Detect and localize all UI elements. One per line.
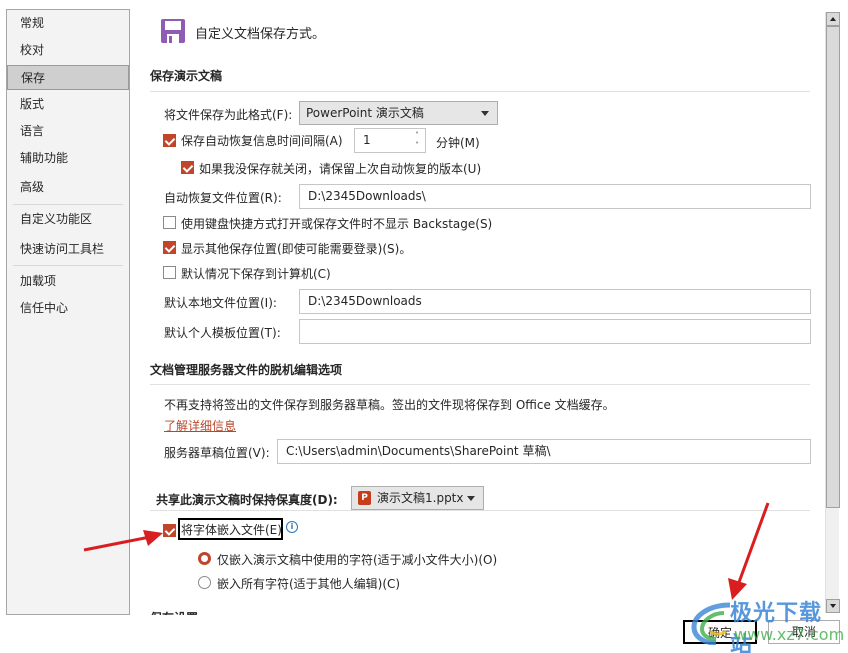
sidebar-item-language[interactable]: 语言 — [7, 119, 129, 144]
default-template-location-label: 默认个人模板位置(T): — [164, 326, 281, 340]
server-drafts-location-label: 服务器草稿位置(V): — [164, 446, 270, 460]
sidebar-item-advanced[interactable]: 高级 — [7, 175, 129, 200]
default-local-location-input[interactable]: D:\2345Downloads — [299, 289, 811, 314]
vertical-scrollbar[interactable] — [825, 12, 840, 613]
cancel-button[interactable]: 取消 — [768, 620, 840, 644]
keep-last-version-label: 如果我没保存就关闭，请保留上次自动恢复的版本(U) — [199, 162, 482, 176]
save-options-panel: 自定义文档保存方式。 保存演示文稿 将文件保存为此格式(F): PowerPoi… — [140, 0, 820, 615]
fidelity-file-dropdown[interactable]: P 演示文稿1.pptx — [351, 486, 484, 510]
embed-used-chars-label: 仅嵌入演示文稿中使用的字符(适于减小文件大小)(O) — [217, 553, 498, 567]
section-title-fidelity: 共享此演示文稿时保持保真度(D): — [156, 493, 338, 507]
autorecover-location-input[interactable]: D:\2345Downloads\ — [299, 184, 811, 209]
embed-fonts-checkbox[interactable] — [163, 524, 176, 537]
floppy-disk-icon — [161, 19, 185, 43]
arrow-up-icon — [830, 17, 836, 21]
sidebar-item-proofing[interactable]: 校对 — [7, 38, 129, 63]
info-icon[interactable]: i — [286, 521, 298, 533]
sidebar-item-typography[interactable]: 版式 — [7, 92, 129, 117]
section-divider — [150, 91, 810, 92]
autorecover-checkbox[interactable] — [163, 134, 176, 147]
save-format-value: PowerPoint 演示文稿 — [306, 106, 424, 120]
save-format-dropdown[interactable]: PowerPoint 演示文稿 — [299, 101, 498, 125]
sidebar-item-general[interactable]: 常规 — [7, 11, 129, 36]
sidebar-item-save[interactable]: 保存 — [7, 65, 129, 90]
scrollbar-thumb[interactable] — [826, 26, 840, 508]
autorecover-minutes-value: 1 — [363, 133, 371, 147]
save-to-computer-checkbox[interactable] — [163, 266, 176, 279]
default-template-location-input[interactable] — [299, 319, 811, 344]
chevron-down-icon — [481, 111, 489, 116]
keep-last-version-checkbox[interactable] — [181, 161, 194, 174]
hide-backstage-label: 使用键盘快捷方式打开或保存文件时不显示 Backstage(S) — [181, 217, 493, 231]
embed-used-chars-radio[interactable] — [198, 552, 211, 565]
autorecover-label: 保存自动恢复信息时间间隔(A) — [181, 134, 343, 148]
scroll-up-button[interactable] — [826, 12, 840, 26]
arrow-down-icon — [830, 604, 836, 608]
show-other-locations-checkbox[interactable] — [163, 241, 176, 254]
sidebar-item-trust-center[interactable]: 信任中心 — [7, 296, 129, 321]
ok-button[interactable]: 确定 — [683, 620, 757, 644]
show-other-locations-label: 显示其他保存位置(即使可能需要登录)(S)。 — [181, 242, 412, 256]
minutes-label: 分钟(M) — [436, 136, 480, 150]
autorecover-location-label: 自动恢复文件位置(R): — [164, 191, 282, 205]
save-format-label: 将文件保存为此格式(F): — [164, 108, 293, 122]
scroll-down-button[interactable] — [826, 599, 840, 613]
powerpoint-file-icon: P — [358, 490, 371, 505]
hide-backstage-checkbox[interactable] — [163, 216, 176, 229]
fidelity-file-value: 演示文稿1.pptx — [377, 491, 464, 505]
section-divider — [150, 384, 810, 385]
section-title-offline-editing: 文档管理服务器文件的脱机编辑选项 — [150, 363, 343, 377]
section-title-save-settings: 保存设置 — [150, 609, 198, 615]
offline-notice-text: 不再支持将签出的文件保存到服务器草稿。签出的文件现将保存到 Office 文档缓… — [164, 398, 615, 412]
embed-fonts-label: 将字体嵌入文件(E) — [181, 523, 282, 537]
spinner-up-icon[interactable]: ˄ — [415, 132, 419, 140]
section-title-save-presentations: 保存演示文稿 — [150, 69, 223, 83]
embed-all-chars-radio[interactable] — [198, 576, 211, 589]
sidebar-item-quick-access-toolbar[interactable]: 快速访问工具栏 — [7, 237, 129, 262]
section-divider — [150, 510, 810, 511]
sidebar-item-customize-ribbon[interactable]: 自定义功能区 — [7, 207, 129, 232]
default-local-location-label: 默认本地文件位置(I): — [164, 296, 277, 310]
chevron-down-icon — [467, 496, 475, 501]
sidebar-item-addins[interactable]: 加载项 — [7, 269, 129, 294]
spinner-down-icon[interactable]: ˅ — [415, 142, 419, 150]
save-to-computer-label: 默认情况下保存到计算机(C) — [181, 267, 331, 281]
options-sidebar: 常规 校对 保存 版式 语言 辅助功能 高级 自定义功能区 快速访问工具栏 加载… — [6, 9, 130, 615]
sidebar-divider — [13, 204, 123, 205]
sidebar-divider — [13, 265, 123, 266]
learn-more-link[interactable]: 了解详细信息 — [164, 417, 236, 434]
autorecover-minutes-spinner[interactable]: 1 ˄ ˅ — [354, 128, 426, 153]
embed-all-chars-label: 嵌入所有字符(适于其他人编辑)(C) — [217, 577, 401, 591]
sidebar-item-accessibility[interactable]: 辅助功能 — [7, 146, 129, 171]
server-drafts-location-input[interactable]: C:\Users\admin\Documents\SharePoint 草稿\ — [277, 439, 811, 464]
page-description: 自定义文档保存方式。 — [195, 27, 326, 42]
